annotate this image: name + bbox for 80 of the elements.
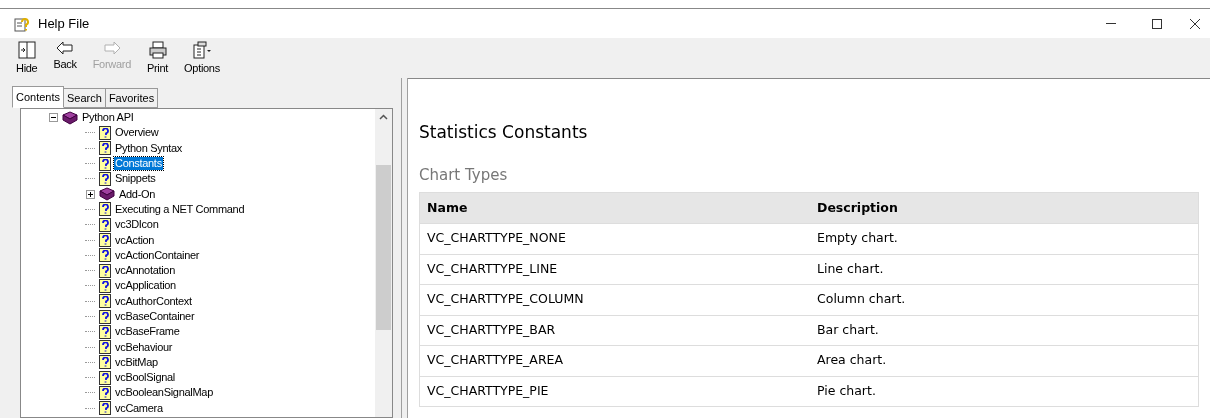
tree-item[interactable]: vcAction [114, 233, 156, 247]
help-page-icon [99, 171, 111, 186]
help-page-icon [99, 340, 111, 355]
table-cell-text: VC_CHARTTYPE_PIE [426, 381, 550, 400]
book-icon [62, 110, 78, 125]
tree-item[interactable]: vcApplication [114, 279, 177, 293]
tree-item[interactable]: vcAnnotation [114, 264, 176, 278]
window-title: Help File [38, 14, 90, 33]
help-page-icon [99, 156, 111, 171]
help-page-icon [99, 324, 111, 339]
tree-item[interactable]: Python Syntax [114, 141, 184, 155]
table-cell-text: VC_CHARTTYPE_AREA [426, 351, 565, 370]
table-cell-text: Area chart. [816, 351, 887, 370]
minimize-icon [1106, 23, 1116, 24]
maximize-icon [1152, 18, 1162, 29]
help-page-icon [99, 355, 111, 370]
help-page-icon [99, 202, 111, 217]
toolbar-button[interactable]: Print [142, 41, 173, 75]
tree-item[interactable]: Add-On [118, 187, 157, 201]
help-page-icon [99, 401, 111, 416]
tree-item[interactable]: vcBehaviour [114, 340, 174, 354]
table-cell-text: VC_CHARTTYPE_BAR [426, 320, 557, 339]
scroll-thumb[interactable] [376, 165, 391, 330]
tree-item[interactable]: vc3DIcon [114, 218, 160, 232]
tree-item[interactable]: Python API [81, 111, 135, 125]
tree-item[interactable]: vcBaseFrame [114, 325, 181, 339]
table-cell-text: VC_CHARTTYPE_LINE [426, 259, 559, 278]
tree-item[interactable]: vcBaseContainer [114, 310, 196, 323]
tree-item[interactable]: vcBitMap [114, 355, 159, 369]
table-cell-text: VC_CHARTTYPE_COLUMN [426, 290, 585, 309]
help-page-icon [99, 248, 111, 263]
help-page-icon [99, 233, 111, 247]
tree-item[interactable]: vcBoolSignal [114, 371, 176, 385]
book-icon [99, 187, 115, 202]
scrollbar[interactable] [375, 109, 392, 417]
tree-item[interactable]: vcCamera [114, 401, 164, 415]
table-cell-text: Column chart. [816, 290, 906, 309]
table-cell-text: Line chart. [816, 259, 884, 278]
table-cell-text: VC_CHARTTYPE_NONE [426, 229, 567, 248]
tree-item[interactable]: vcBooleanSignalMap [114, 386, 214, 400]
scroll-up-icon[interactable] [379, 114, 388, 120]
panel-icon [17, 41, 36, 59]
tab[interactable]: Search [64, 88, 106, 108]
toolbar-button[interactable]: Hide [12, 41, 42, 75]
help-page-icon [99, 141, 111, 156]
toolbar-button[interactable]: Options [180, 41, 224, 75]
help-page-icon [99, 263, 111, 278]
plus-icon [87, 191, 93, 197]
tab[interactable]: Favorites [105, 88, 159, 108]
tree-item[interactable]: Overview [114, 126, 160, 140]
tree-item[interactable]: vcAuthorContext [114, 294, 193, 308]
left-arrow-icon [56, 41, 75, 55]
help-page-icon [99, 370, 111, 385]
help-page-icon [99, 309, 111, 324]
toolbar-button[interactable]: Back [49, 41, 81, 71]
page-title: Statistics Constants [419, 121, 589, 144]
minus-icon [50, 115, 56, 121]
tree-item[interactable]: Executing a NET Command [114, 202, 246, 216]
right-arrow-icon [102, 41, 121, 55]
table-cell-text: Pie chart. [816, 381, 876, 400]
help-file-icon [14, 15, 30, 32]
printer-icon [148, 41, 167, 59]
help-page-icon [99, 125, 111, 140]
section-heading: Chart Types [419, 164, 509, 186]
collapse-toggle[interactable] [48, 113, 58, 123]
column-header: Name [426, 198, 469, 217]
table-cell-text: Bar chart. [816, 320, 879, 339]
help-page-icon [99, 386, 111, 400]
expand-toggle[interactable] [85, 189, 95, 199]
table-cell-text: Empty chart. [816, 229, 898, 248]
tree-item[interactable]: vcActionContainer [114, 248, 201, 262]
help-page-icon [99, 294, 111, 309]
tree-item[interactable]: Snippets [114, 172, 157, 186]
close-icon [1190, 18, 1200, 29]
tree-item[interactable]: Constants [114, 157, 163, 171]
column-header: Description [816, 198, 898, 217]
document-icon [192, 41, 212, 59]
help-page-icon [99, 217, 111, 232]
tab[interactable]: Contents [12, 86, 65, 108]
help-page-icon [99, 278, 111, 293]
